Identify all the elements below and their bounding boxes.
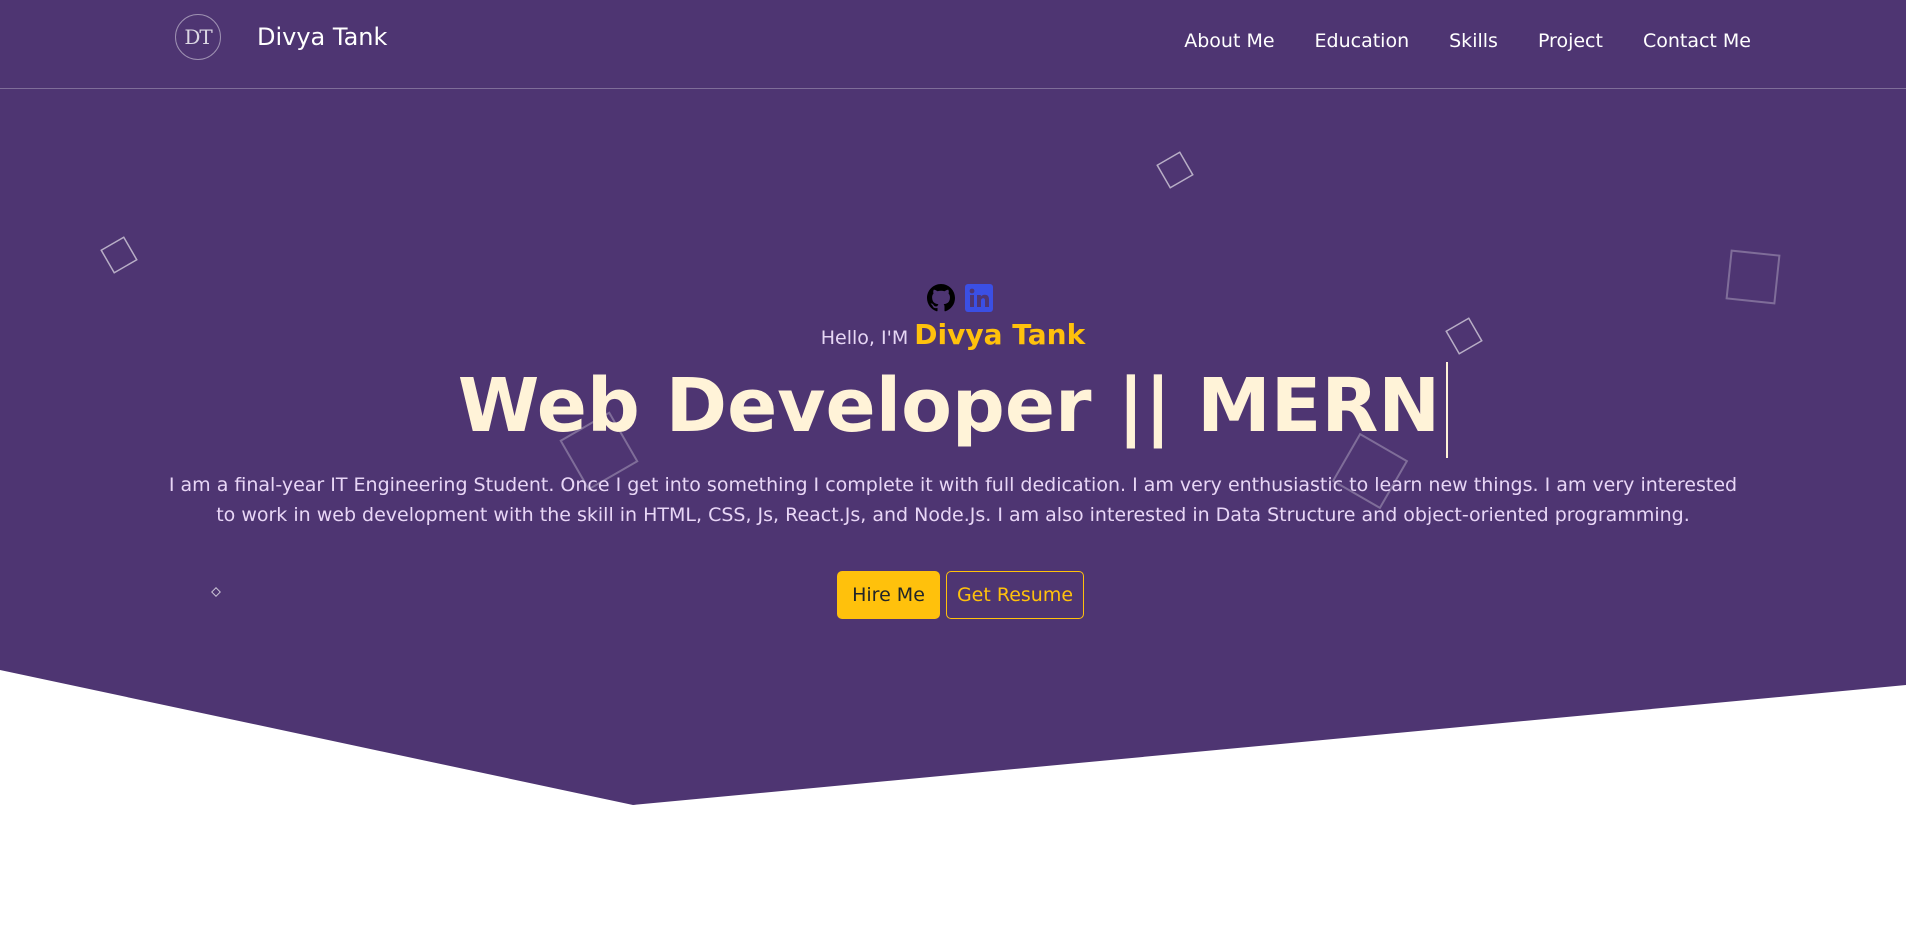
nav-links: About Me Education Skills Project Contac…: [1184, 30, 1751, 52]
greeting: Hello, I'M Divya Tank: [0, 318, 1906, 351]
navbar: DT Divya Tank About Me Education Skills …: [0, 0, 1906, 89]
nav-link-skills[interactable]: Skills: [1449, 30, 1498, 52]
hero-background: [0, 0, 1906, 805]
brand[interactable]: DT Divya Tank: [175, 14, 387, 60]
brand-name: Divya Tank: [257, 23, 388, 51]
hire-me-button[interactable]: Hire Me: [837, 571, 940, 619]
nav-link-about-me[interactable]: About Me: [1184, 30, 1274, 52]
bio-text: I am a final-year IT Engineering Student…: [168, 474, 1738, 526]
nav-link-education[interactable]: Education: [1315, 30, 1410, 52]
greeting-prefix: Hello, I'M: [820, 327, 909, 349]
get-resume-button[interactable]: Get Resume: [946, 571, 1084, 619]
linkedin-icon[interactable]: [965, 284, 993, 312]
greeting-name: Divya Tank: [914, 318, 1086, 351]
nav-link-project[interactable]: Project: [1538, 30, 1603, 52]
typing-cursor: [1446, 362, 1449, 459]
github-icon[interactable]: [927, 284, 955, 312]
brand-logo: DT: [175, 14, 221, 60]
cta-buttons: Hire Me Get Resume: [837, 571, 1084, 619]
hero-section: DT Divya Tank About Me Education Skills …: [0, 0, 1906, 934]
headline-text: Web Developer || MERN: [457, 363, 1441, 449]
nav-link-contact-me[interactable]: Contact Me: [1643, 30, 1751, 52]
social-links: [927, 284, 993, 312]
headline: Web Developer || MERN: [0, 356, 1906, 459]
